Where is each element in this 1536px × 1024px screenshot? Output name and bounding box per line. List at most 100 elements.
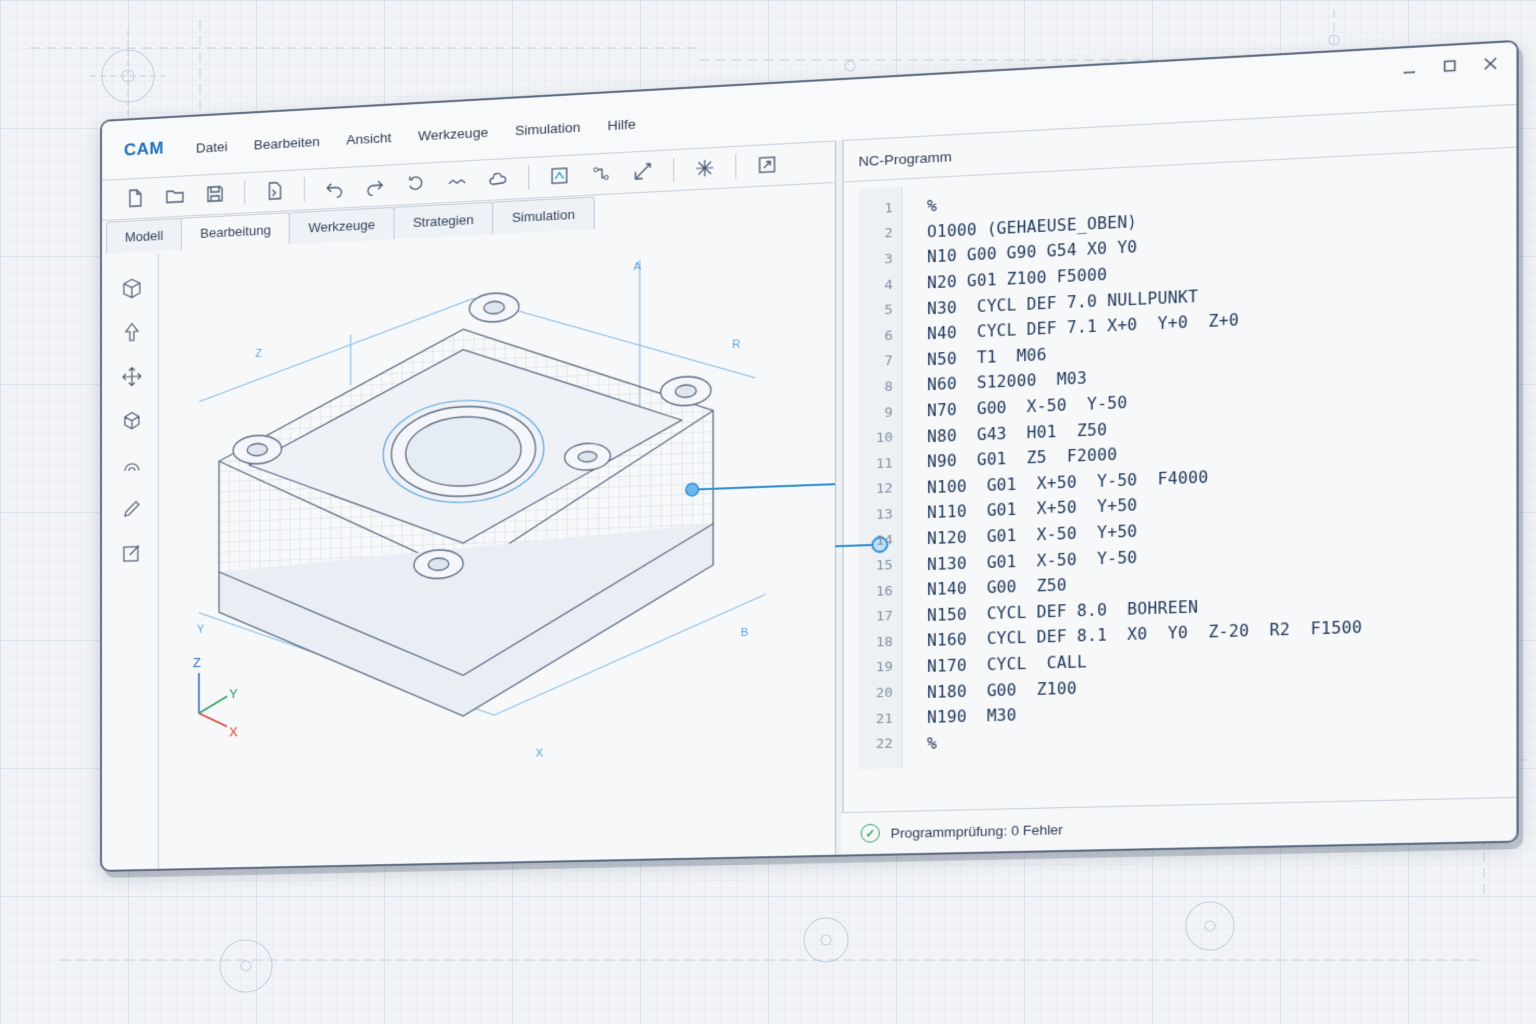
arc-tool-button[interactable] [118,450,146,479]
dim-label-r: R [732,338,740,351]
fixture-icon [694,157,715,179]
select-tool-button[interactable] [118,318,146,347]
axis-label-x: X [229,724,238,739]
tab-modell[interactable]: Modell [105,217,183,254]
path-button[interactable] [442,166,473,196]
cube-tool-button[interactable] [118,274,146,303]
box-tool-button[interactable] [118,406,146,435]
code-text: N130 G01 X-50 Y-50 [927,547,1138,574]
rotate-icon [406,173,426,194]
line-number: 7 [884,353,893,370]
export-button[interactable] [751,150,783,181]
open-folder-icon [165,189,183,203]
code-text: % [927,733,937,753]
code-text: N180 G00 Z100 [927,678,1077,702]
code-text: N170 CYCL CALL [927,652,1087,677]
move-icon [121,366,142,386]
dim-label-y: Y [197,624,205,636]
dim-label-x: X [536,747,544,759]
3d-viewport[interactable]: Z A R Y B X Z Y X [159,219,835,869]
box-icon [124,411,140,429]
code-text: N50 T1 M06 [927,345,1047,370]
pencil-icon [123,499,140,517]
save-button[interactable] [200,179,230,209]
import-button[interactable] [259,176,289,206]
cloud-icon [488,168,509,189]
move-tool-button[interactable] [118,362,146,391]
code-text: N120 G01 X-50 Y+50 [927,522,1138,549]
app-logo: CAM [123,138,165,160]
fixture-button[interactable] [689,153,721,183]
redo-button[interactable] [360,170,391,200]
tab-werkzeuge[interactable]: Werkzeuge [289,206,395,245]
line-number: 22 [875,736,893,753]
code-text: N140 G00 Z50 [927,576,1067,600]
code-text: % [927,196,937,216]
code-text: N90 G01 Z5 F2000 [927,445,1118,472]
measure-button[interactable] [627,156,658,186]
line-number: 11 [875,455,893,472]
nc-panel-title: NC-Programm [858,148,952,170]
dim-label-a: A [633,261,641,274]
menu-datei[interactable]: Datei [196,139,228,156]
menu-werkzeuge[interactable]: Werkzeuge [418,125,488,144]
pencil-tool-button[interactable] [118,494,146,523]
export-icon [756,154,777,176]
line-number: 10 [875,430,893,447]
open-folder-button[interactable] [160,181,190,211]
tab-bearbeitung[interactable]: Bearbeitung [181,212,291,250]
save-icon [205,183,225,204]
undo-button[interactable] [319,173,350,203]
menu-ansicht[interactable]: Ansicht [346,130,391,148]
rotate-button[interactable] [401,168,432,198]
nc-program-panel: NC-Programm 1% 2 O1000 (GEHAEUSE_OBEN) 3 N10… [841,104,1517,855]
close-icon [1483,56,1499,72]
edit-icon [123,541,143,562]
close-button[interactable] [1480,54,1500,74]
maximize-icon [1442,58,1458,74]
tab-strategien[interactable]: Strategien [393,201,494,240]
import-icon [264,180,284,201]
new-file-button[interactable] [120,183,150,213]
line-number: 18 [875,634,893,651]
new-file-icon [129,189,142,207]
nodes-button[interactable] [585,158,616,188]
x-axis-line [199,712,227,727]
tab-simulation[interactable]: Simulation [492,196,595,235]
line-number: 12 [875,481,893,498]
maximize-button[interactable] [1440,56,1460,76]
cube-icon [123,278,141,298]
axis-label-y: Y [229,686,238,701]
window-controls [1399,54,1500,79]
line-number: 17 [875,608,893,626]
line-number: 16 [875,583,893,600]
menu-simulation[interactable]: Simulation [515,119,580,138]
toolbar-separator [735,154,737,179]
line-number: 19 [875,659,893,677]
redo-icon [365,175,385,196]
part-model-drawing: Z A R Y B X Z Y X [193,219,835,760]
line-number: 5 [884,302,893,319]
line-number: 14 [875,532,893,549]
menu-hilfe[interactable]: Hilfe [607,116,635,133]
status-bar: ✓ Programmprüfung: 0 Fehler [841,796,1517,855]
line-number: 21 [875,711,893,728]
left-toolbar [105,253,159,870]
line-number: 13 [875,506,893,523]
line-number: 2 [884,226,893,243]
undo-icon [324,177,344,198]
menu-bearbeiten[interactable]: Bearbeiten [254,134,320,153]
path-icon [447,170,468,191]
code-text: N80 G43 H01 Z50 [927,420,1108,447]
nc-code-editor[interactable]: 1% 2 O1000 (GEHAEUSE_OBEN) 3 N10 G00 G90 G54… [858,172,1362,758]
cloud-button[interactable] [483,164,514,194]
axis-label-z: Z [193,655,201,670]
code-text: N190 M30 [927,706,1017,728]
line-number: 3 [884,251,893,268]
minimize-button[interactable] [1399,58,1419,78]
edit-tool-button[interactable] [118,538,146,567]
arc-icon [124,462,140,471]
toolpath-button[interactable] [544,161,575,191]
dim-label-z: Z [255,348,262,360]
line-number: 9 [884,404,893,421]
